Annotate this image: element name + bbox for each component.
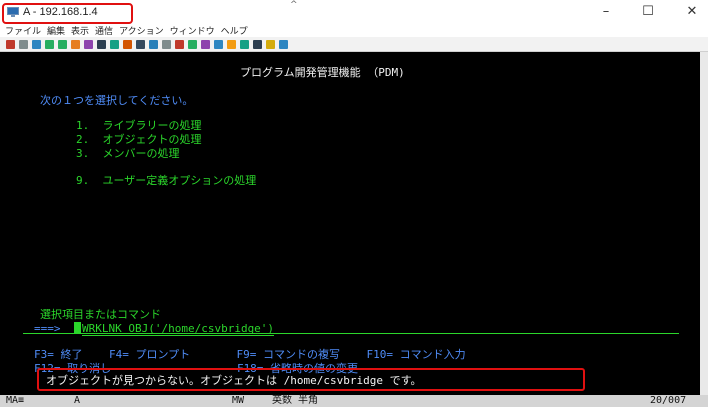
selection-prompt: 次の１つを選択してください。 (40, 94, 194, 107)
status-input-mode: 英数 半角 (272, 395, 319, 406)
toolbar-button-20[interactable] (253, 39, 262, 49)
toolbar-button-22[interactable] (279, 39, 288, 49)
toolbar (0, 37, 708, 52)
maximize-button[interactable]: ☐ (636, 4, 660, 19)
toolbar-button-11[interactable] (136, 39, 145, 49)
command-separator-line (23, 333, 679, 334)
toolbar-button-8[interactable] (97, 39, 106, 49)
toolbar-button-3[interactable] (32, 39, 41, 49)
toolbar-button-6[interactable] (71, 39, 80, 49)
toolbar-button-9[interactable] (110, 39, 119, 49)
status-cursor-position: 20/007 (650, 395, 687, 406)
status-session: MA (6, 395, 19, 406)
status-bar: MA ≡ A MW 英数 半角 20/007 (0, 395, 708, 407)
menu-edit[interactable]: 編集 (47, 24, 65, 37)
toolbar-button-13[interactable] (162, 39, 171, 49)
menu-help[interactable]: ヘルプ (221, 24, 248, 37)
screen-title: プログラム開発管理機能 （PDM) (240, 66, 405, 79)
vertical-scrollbar[interactable] (700, 52, 708, 395)
message-highlight-box (37, 368, 585, 391)
toolbar-button-12[interactable] (149, 39, 158, 49)
command-label: 選択項目またはコマンド (40, 308, 161, 321)
menu-view[interactable]: 表示 (71, 24, 89, 37)
option-3: 3. メンバーの処理 (76, 147, 180, 160)
menu-file[interactable]: ファイル (5, 24, 41, 37)
terminal-screen[interactable]: プログラム開発管理機能 （PDM) 次の１つを選択してください。 1. ライブラ… (0, 52, 700, 395)
status-mark: ≡ (18, 395, 25, 406)
option-9: 9. ユーザー定義オプションの処理 (76, 174, 257, 187)
toolbar-button-21[interactable] (266, 39, 275, 49)
toolbar-button-16[interactable] (201, 39, 210, 49)
toolbar-button-5[interactable] (58, 39, 67, 49)
menu-bar: ファイル 編集 表示 通信 アクション ウィンドウ ヘルプ (0, 24, 708, 37)
toolbar-button-15[interactable] (188, 39, 197, 49)
toolbar-button-4[interactable] (45, 39, 54, 49)
menu-communication[interactable]: 通信 (95, 24, 113, 37)
option-1: 1. ライブラリーの処理 (76, 119, 202, 132)
toolbar-button-7[interactable] (84, 39, 93, 49)
toolbar-button-1[interactable] (6, 39, 15, 49)
toolbar-button-19[interactable] (240, 39, 249, 49)
status-id: A (74, 395, 81, 406)
menu-window[interactable]: ウィンドウ (170, 24, 215, 37)
close-button[interactable]: ✕ (680, 4, 704, 19)
title-bar: A - 192.168.1.4 ^ – ☐ ✕ (0, 0, 708, 24)
toolbar-button-17[interactable] (214, 39, 223, 49)
function-keys-row-1: F3= 終了 F4= プロンプト F9= コマンドの複写 F10= コマンド入力 (34, 348, 466, 361)
toolbar-button-2[interactable] (19, 39, 28, 49)
minimize-button[interactable]: – (594, 4, 618, 19)
toolbar-button-18[interactable] (227, 39, 236, 49)
option-2: 2. オブジェクトの処理 (76, 133, 202, 146)
chevron-up-icon[interactable]: ^ (290, 0, 298, 10)
title-highlight-box (2, 3, 133, 24)
toolbar-button-10[interactable] (123, 39, 132, 49)
status-mode: MW (232, 395, 245, 406)
text-cursor (74, 322, 81, 333)
menu-action[interactable]: アクション (119, 24, 164, 37)
toolbar-button-14[interactable] (175, 39, 184, 49)
